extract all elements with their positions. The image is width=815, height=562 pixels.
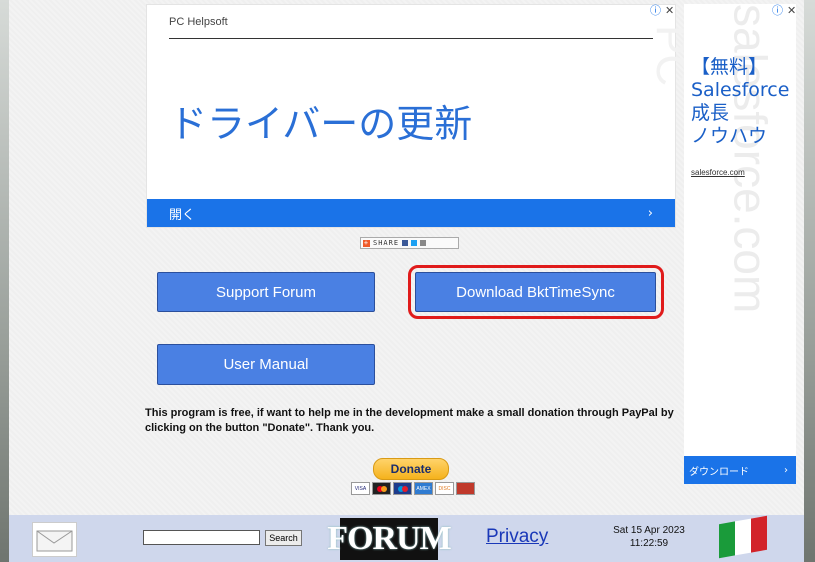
mail-icon[interactable] bbox=[32, 522, 77, 557]
ad-choices[interactable]: ⓘ ✕ bbox=[650, 2, 674, 18]
privacy-link[interactable]: Privacy bbox=[486, 526, 548, 548]
close-icon[interactable]: ✕ bbox=[787, 4, 796, 17]
search-input[interactable] bbox=[143, 530, 260, 545]
ad-divider bbox=[169, 38, 653, 39]
time-text: 11:22:59 bbox=[629, 538, 669, 549]
share-label: SHARE bbox=[373, 239, 400, 247]
plus-icon: + bbox=[363, 238, 370, 247]
close-icon[interactable]: ✕ bbox=[665, 4, 674, 17]
chevron-right-icon: › bbox=[784, 464, 788, 476]
donate-button[interactable]: Donate bbox=[373, 458, 449, 480]
side-ad-download-label: ダウンロード bbox=[689, 466, 749, 478]
ad-open-label: 開く bbox=[169, 207, 196, 223]
facebook-icon bbox=[402, 240, 409, 246]
maestro-card-icon bbox=[393, 482, 412, 495]
date-text: Sat 15 Apr 2023 bbox=[613, 525, 685, 536]
payment-cards: VISA AMEX DISC bbox=[351, 482, 475, 495]
share-button[interactable]: + SHARE bbox=[360, 237, 459, 249]
bank-card-icon bbox=[456, 482, 475, 495]
side-ad-line: 成長 bbox=[691, 102, 730, 124]
side-ad-url[interactable]: salesforce.com bbox=[691, 168, 745, 177]
side-ad-choices[interactable]: ⓘ ✕ bbox=[772, 2, 796, 18]
info-icon[interactable]: ⓘ bbox=[650, 2, 661, 18]
banner-ad[interactable]: PC PC Helpsoft ドライバーの更新 開く › bbox=[146, 4, 696, 228]
info-icon[interactable]: ⓘ bbox=[772, 2, 783, 18]
ad-open-bar[interactable]: 開く › bbox=[147, 199, 675, 227]
side-ad-watermark: salesforce.com bbox=[724, 4, 777, 314]
email-icon bbox=[420, 240, 427, 246]
twitter-icon bbox=[411, 240, 418, 246]
visa-card-icon: VISA bbox=[351, 482, 370, 495]
ad-brand: PC Helpsoft bbox=[169, 16, 228, 28]
amex-card-icon: AMEX bbox=[414, 482, 433, 495]
mastercard-icon bbox=[372, 482, 391, 495]
search-button[interactable]: Search bbox=[265, 530, 302, 546]
support-forum-button[interactable]: Support Forum bbox=[157, 272, 375, 312]
side-ad-text: 【無料】 Salesforce 成長 ノウハウ bbox=[691, 56, 789, 148]
side-ad-download-bar[interactable]: ダウンロード › bbox=[684, 456, 796, 484]
side-ad-line: Salesforce bbox=[691, 79, 790, 101]
date-time: Sat 15 Apr 2023 11:22:59 bbox=[604, 524, 694, 550]
side-ad[interactable]: salesforce.com 【無料】 Salesforce 成長 ノウハウ s… bbox=[684, 4, 796, 484]
ad-headline: ドライバーの更新 bbox=[169, 102, 473, 146]
donation-notice: This program is free, if want to help me… bbox=[145, 407, 674, 434]
forum-logo[interactable]: FORUM bbox=[327, 518, 452, 560]
side-ad-line: 【無料】 bbox=[691, 56, 768, 78]
chevron-right-icon: › bbox=[647, 205, 653, 221]
side-ad-line: ノウハウ bbox=[691, 125, 768, 147]
user-manual-button[interactable]: User Manual bbox=[157, 344, 375, 385]
discover-card-icon: DISC bbox=[435, 482, 454, 495]
highlight-outline bbox=[408, 265, 664, 319]
